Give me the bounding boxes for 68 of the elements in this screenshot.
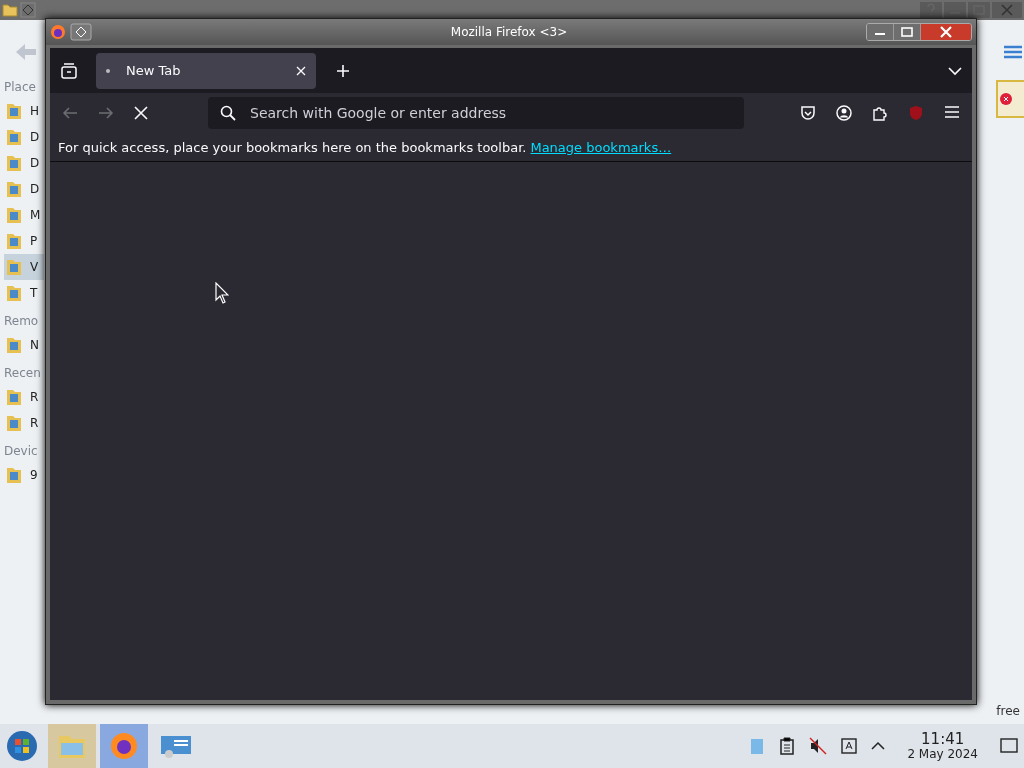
clock-date: 2 May 2024: [907, 747, 978, 761]
puzzle-icon[interactable]: [872, 105, 888, 121]
section-heading: Remo: [4, 314, 40, 328]
dot-icon: [106, 68, 110, 73]
maximize-icon[interactable]: [894, 24, 921, 40]
notes-icon[interactable]: [779, 737, 796, 755]
close-icon[interactable]: [296, 65, 306, 76]
sidebar-item[interactable]: P: [4, 228, 44, 254]
sidebar-item[interactable]: H: [4, 98, 44, 124]
folder-icon: [6, 154, 22, 172]
sidebar-item[interactable]: V: [4, 254, 44, 280]
account-icon[interactable]: [836, 105, 852, 121]
browser-tab[interactable]: New Tab: [96, 52, 316, 89]
folder-icon: [6, 466, 22, 484]
start-icon[interactable]: [6, 730, 38, 762]
browser-icon: [50, 24, 66, 40]
folder-icon: [6, 336, 22, 354]
cursor-icon: [215, 282, 229, 304]
manage-bookmarks-link[interactable]: Manage bookmarks…: [530, 139, 672, 155]
status-text: free: [996, 704, 1021, 718]
sidebar-item[interactable]: N: [4, 332, 44, 358]
bookmarks-message: For quick access, place your bookmarks here on the bookmarks toolbar.: [58, 139, 527, 155]
section-heading: Devic: [4, 444, 39, 458]
minimize-icon[interactable]: [867, 24, 894, 40]
sidebar-item[interactable]: R: [4, 384, 44, 410]
sidebar-item[interactable]: R: [4, 410, 44, 436]
sidebar-item[interactable]: D: [4, 176, 44, 202]
folder-icon: [6, 206, 22, 224]
show-desktop-icon[interactable]: [1000, 738, 1018, 754]
browser-icon: [109, 731, 139, 761]
sidebar-item[interactable]: M: [4, 202, 44, 228]
forward-arrow-icon[interactable]: [98, 106, 114, 120]
sidebar-item[interactable]: D: [4, 150, 44, 176]
close-icon[interactable]: [921, 24, 971, 40]
search-icon: [220, 105, 236, 121]
taskbar-firefox-button[interactable]: [100, 724, 148, 768]
stop-icon[interactable]: [134, 106, 148, 120]
folder-icon: [6, 258, 22, 276]
address-bar[interactable]: Search with Google or enter address: [208, 97, 744, 129]
address-field[interactable]: Search with Google or enter address: [248, 104, 732, 122]
section-heading: Place: [4, 80, 37, 94]
sidebar-item[interactable]: 9: [4, 462, 44, 488]
folder-icon: [6, 180, 22, 198]
section-heading: Recen: [4, 366, 42, 380]
folder-icon: [6, 388, 22, 406]
folder-icon: [6, 128, 22, 146]
new-tab-icon[interactable]: [336, 63, 350, 78]
pin-icon[interactable]: [20, 2, 36, 18]
chevron-down-icon[interactable]: [948, 65, 962, 76]
muted-speaker-icon[interactable]: [809, 737, 828, 755]
folder-icon: [6, 232, 22, 250]
monitor-icon: [159, 733, 193, 759]
pin-icon[interactable]: [70, 23, 92, 41]
folder-icon: [6, 414, 22, 432]
window-title: Mozilla Firefox <3>: [449, 25, 569, 39]
tab-list-icon[interactable]: [60, 62, 78, 79]
back-arrow-icon[interactable]: [62, 106, 78, 120]
clock-time: 11:41: [921, 731, 965, 748]
folder-icon: [6, 284, 22, 302]
error-icon: [1000, 93, 1012, 105]
sidebar-item[interactable]: D: [4, 124, 44, 150]
folder-icon: [6, 102, 22, 120]
chevron-up-icon[interactable]: [871, 741, 886, 751]
clock[interactable]: 11:41 2 May 2024: [907, 731, 978, 761]
keyboard-layout-icon[interactable]: [841, 738, 858, 754]
folder-icon: [2, 3, 18, 17]
pocket-icon[interactable]: [800, 105, 816, 121]
sidebar-item[interactable]: T: [4, 280, 44, 306]
